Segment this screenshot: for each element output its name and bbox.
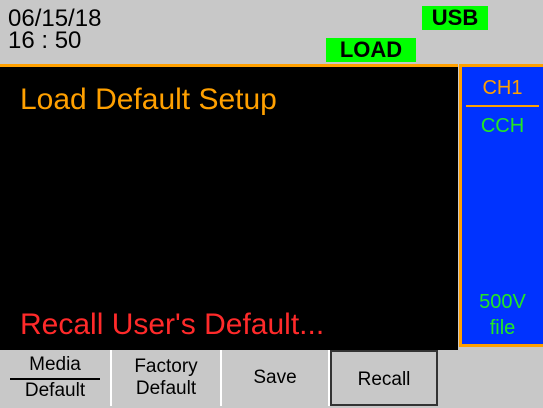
softkey-label-default: Default (24, 380, 86, 401)
blank-softkey[interactable] (438, 350, 543, 406)
mode-label: CCH (480, 115, 525, 137)
voltage-label: 500V (479, 291, 526, 313)
media-default-softkey[interactable]: Media Default (0, 350, 112, 406)
load-badge: LOAD (326, 38, 416, 62)
side-divider (466, 105, 539, 107)
softkey-label-factory: Factory (134, 356, 198, 377)
side-panel: CH1 CCH 500V file (459, 64, 543, 347)
page-title: Load Default Setup (20, 83, 277, 116)
channel-label: CH1 (482, 77, 523, 99)
softkey-label-factory-default: Default (135, 378, 197, 399)
status-message: Recall User's Default... (20, 308, 325, 341)
save-softkey[interactable]: Save (222, 350, 330, 406)
factory-default-softkey[interactable]: Factory Default (112, 350, 222, 406)
file-label: file (489, 317, 516, 339)
recall-softkey[interactable]: Recall (330, 350, 438, 406)
main-display: Load Default Setup Recall User's Default… (0, 64, 458, 353)
time-display: 16 : 50 (8, 27, 82, 54)
softkey-bar: Media Default Factory Default Save Recal… (0, 350, 543, 406)
usb-badge: USB (422, 6, 488, 30)
softkey-label-media: Media (29, 354, 81, 375)
status-bar: 06/15/18 16 : 50 USB LOAD (0, 0, 543, 64)
